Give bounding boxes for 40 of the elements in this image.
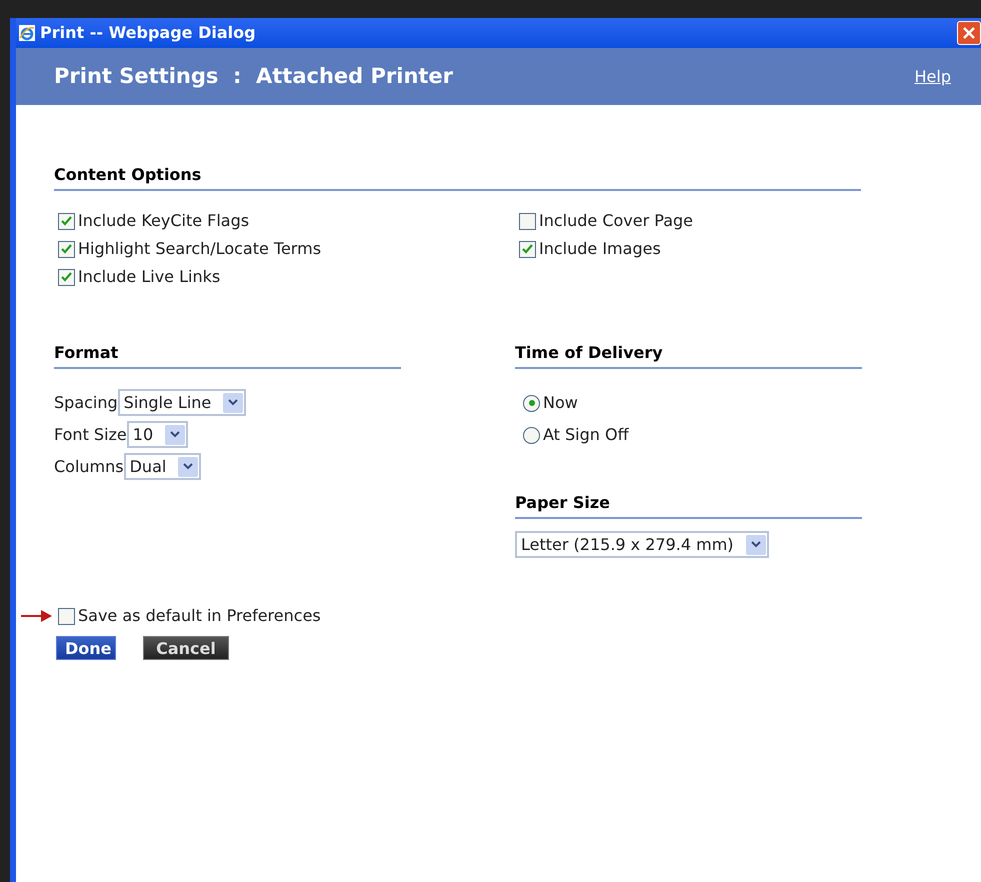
check-icon: [61, 272, 72, 282]
section-heading: Time of Delivery: [515, 341, 862, 369]
checkbox[interactable]: [58, 212, 75, 230]
checkbox-label: Save as default in Preferences: [78, 605, 321, 627]
checkbox-label: Highlight Search/Locate Terms: [78, 238, 322, 260]
checkbox[interactable]: [519, 212, 536, 230]
check-icon: [61, 244, 72, 254]
radio-button[interactable]: [523, 394, 540, 412]
browser-icon: [18, 24, 36, 42]
pointer-arrow-icon: [21, 608, 53, 624]
checkbox[interactable]: [519, 240, 536, 258]
window-title: Print -- Webpage Dialog: [40, 22, 256, 44]
section-heading: Content Options: [54, 163, 861, 191]
done-button[interactable]: Done: [56, 636, 116, 660]
section-heading: Format: [54, 341, 401, 369]
checkbox-label: Include KeyCite Flags: [78, 210, 250, 232]
dropdown[interactable]: Dual: [124, 453, 202, 480]
checkbox[interactable]: [58, 268, 75, 286]
close-icon: [963, 27, 975, 39]
check-icon: [522, 244, 533, 254]
section-heading: Paper Size: [515, 491, 862, 519]
page-title: Print Settings : Attached Printer: [54, 62, 454, 90]
checkbox-label: Include Live Links: [78, 266, 220, 288]
radio-label: At Sign Off: [543, 424, 629, 446]
field-label: Font Size: [54, 424, 127, 446]
checkbox[interactable]: [58, 608, 75, 624]
checkbox-label: Include Cover Page: [539, 210, 693, 232]
cancel-button[interactable]: Cancel: [143, 636, 229, 660]
checkbox-label: Include Images: [539, 238, 661, 260]
field-label: Columns: [54, 456, 124, 478]
dropdown[interactable]: Letter (215.9 x 279.4 mm): [515, 531, 769, 558]
close-button[interactable]: [957, 21, 981, 45]
help-link[interactable]: Help: [914, 64, 951, 88]
checkbox[interactable]: [58, 240, 75, 258]
field-label: Spacing: [54, 392, 118, 414]
radio-button[interactable]: [523, 426, 540, 444]
check-icon: [61, 216, 72, 226]
radio-label: Now: [543, 392, 578, 414]
dropdown[interactable]: 10: [126, 421, 188, 448]
dropdown[interactable]: Single Line: [118, 389, 246, 416]
